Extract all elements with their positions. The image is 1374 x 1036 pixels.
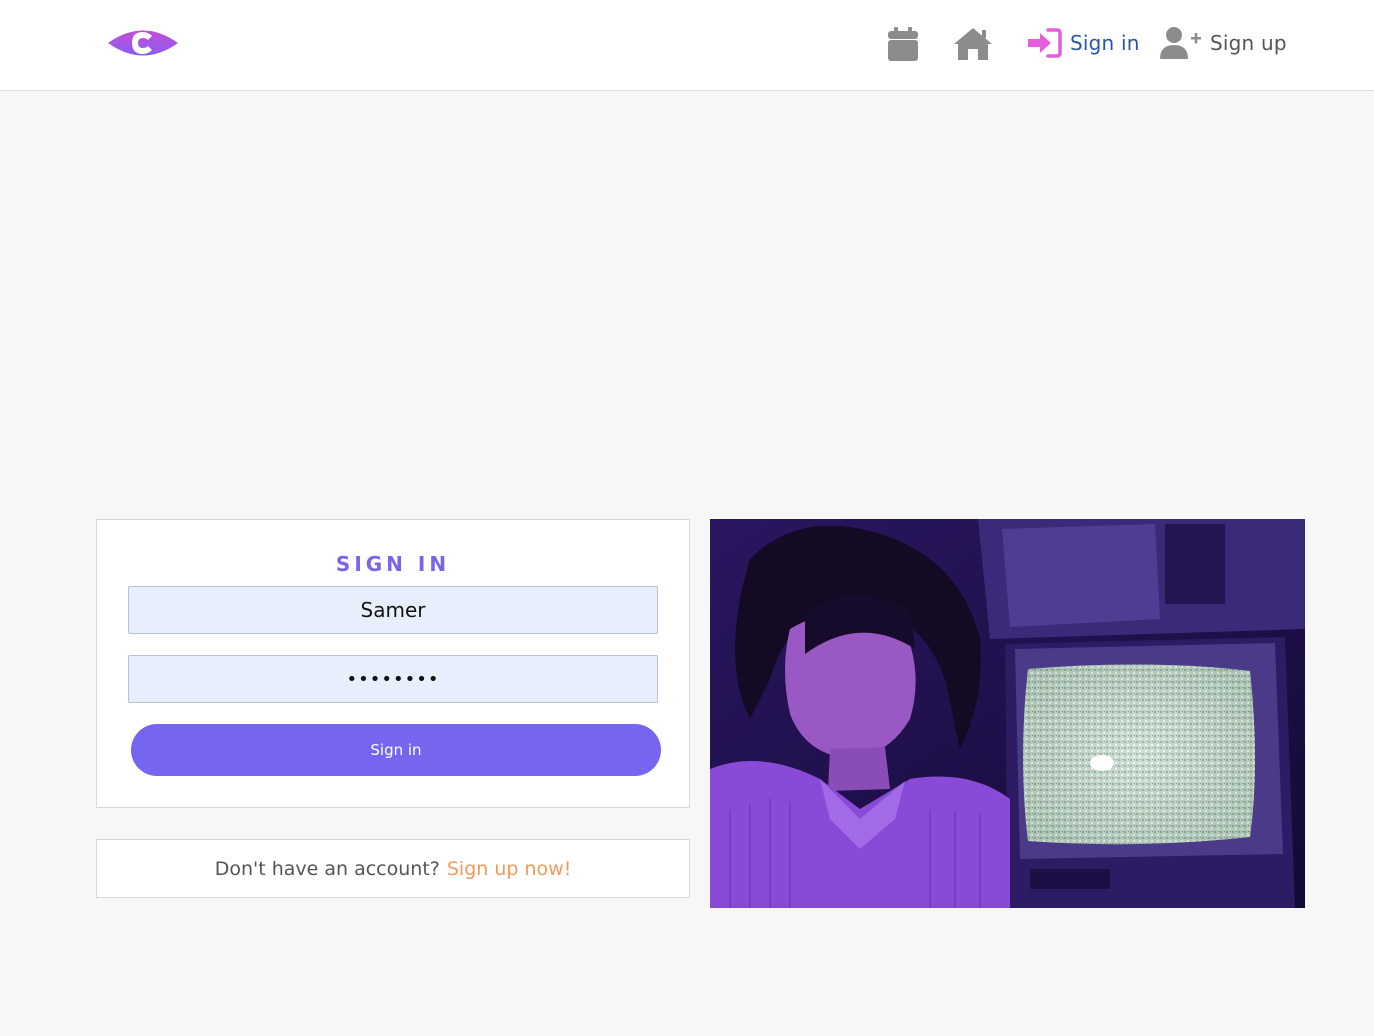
user-plus-icon (1160, 26, 1202, 60)
nav-sign-up-label: Sign up (1210, 31, 1287, 55)
eye-c-logo[interactable] (106, 24, 180, 62)
sign-in-arrow-icon (1026, 28, 1062, 58)
sign-up-prompt-text: Don't have an account? (214, 857, 440, 880)
nav-sign-in-link[interactable]: Sign in (1026, 23, 1140, 63)
nav-sign-up-link[interactable]: Sign up (1160, 23, 1287, 63)
username-field[interactable] (128, 586, 658, 634)
top-navbar: Sign in Sign up (0, 0, 1374, 91)
hero-photo (710, 519, 1305, 908)
nav-sign-in-label: Sign in (1070, 31, 1140, 55)
sign-in-button[interactable]: Sign in (131, 724, 661, 776)
sign-up-now-link[interactable]: Sign up now! (447, 858, 571, 880)
sign-up-prompt: Don't have an account? Sign up now! (96, 839, 690, 898)
calendar-icon[interactable] (886, 26, 920, 62)
sign-in-title: SIGN IN (335, 552, 451, 576)
sign-in-card: SIGN IN Sign in (96, 519, 690, 808)
password-field[interactable] (128, 655, 658, 703)
home-icon[interactable] (952, 26, 994, 62)
